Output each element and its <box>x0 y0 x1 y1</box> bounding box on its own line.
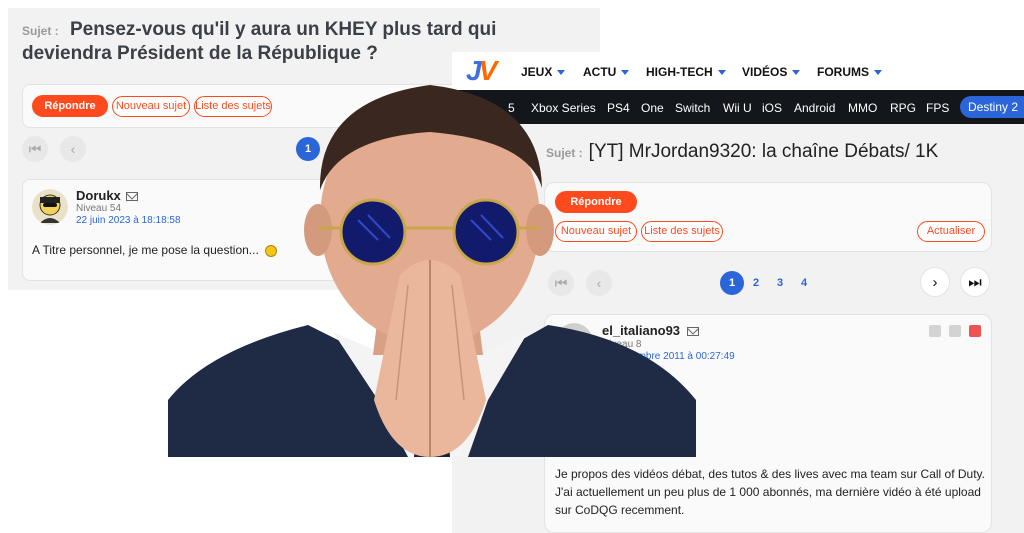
chevron-down-icon <box>874 70 882 76</box>
avatar[interactable] <box>32 189 68 225</box>
page-4-button[interactable]: 4 <box>801 277 807 289</box>
post-text-line: J'ai actuellement un peu plus de 1 000 a… <box>555 485 981 499</box>
page-1-button[interactable]: 1 <box>720 271 744 295</box>
reply-button[interactable]: Répondre <box>32 95 108 117</box>
man-with-sunglasses-photo <box>168 85 696 457</box>
refresh-button[interactable]: Actualiser <box>917 221 985 242</box>
platform-wii-u[interactable]: Wii U <box>723 101 752 115</box>
post-text: Je propos des vidéos débat, des tutos & … <box>555 465 989 519</box>
nav-videos[interactable]: VIDÉOS <box>742 65 801 79</box>
platform-fps[interactable]: FPS <box>926 101 949 115</box>
post-author[interactable]: Dorukx <box>76 188 121 203</box>
last-page-icon[interactable]: ⏭ <box>960 267 990 297</box>
platform-android[interactable]: Android <box>794 101 835 115</box>
chevron-down-icon <box>792 70 801 76</box>
post-date[interactable]: 22 juin 2023 à 18:18:58 <box>76 215 181 226</box>
platform-mmo[interactable]: MMO <box>848 101 877 115</box>
first-page-icon[interactable]: ⏮ <box>22 136 48 162</box>
page-3-button[interactable]: 3 <box>777 277 783 289</box>
platform-destiny-2[interactable]: Destiny 2 <box>960 96 1024 118</box>
alert-icon[interactable] <box>969 325 981 337</box>
platform-ios[interactable]: iOS <box>762 101 782 115</box>
page-2-button[interactable]: 2 <box>753 277 759 289</box>
chevron-down-icon <box>717 70 726 76</box>
platform-rpg[interactable]: RPG <box>890 101 916 115</box>
subject-prefix: Sujet : <box>22 24 59 38</box>
post-text-line: sur CoDQG recemment. <box>555 503 685 517</box>
user-icon[interactable] <box>949 325 961 337</box>
mail-icon[interactable] <box>126 192 138 201</box>
post-text-line: Je propos des vidéos débat, des tutos & … <box>555 467 985 481</box>
post-author-level: Niveau 54 <box>76 203 122 214</box>
nav-forums[interactable]: FORUMS <box>817 65 882 79</box>
subject-title: Pensez-vous qu'il y aura un KHEY plus ta… <box>22 19 497 64</box>
prev-page-icon[interactable]: ‹ <box>60 136 86 162</box>
next-page-icon[interactable]: › <box>920 267 950 297</box>
quote-icon[interactable] <box>929 325 941 337</box>
